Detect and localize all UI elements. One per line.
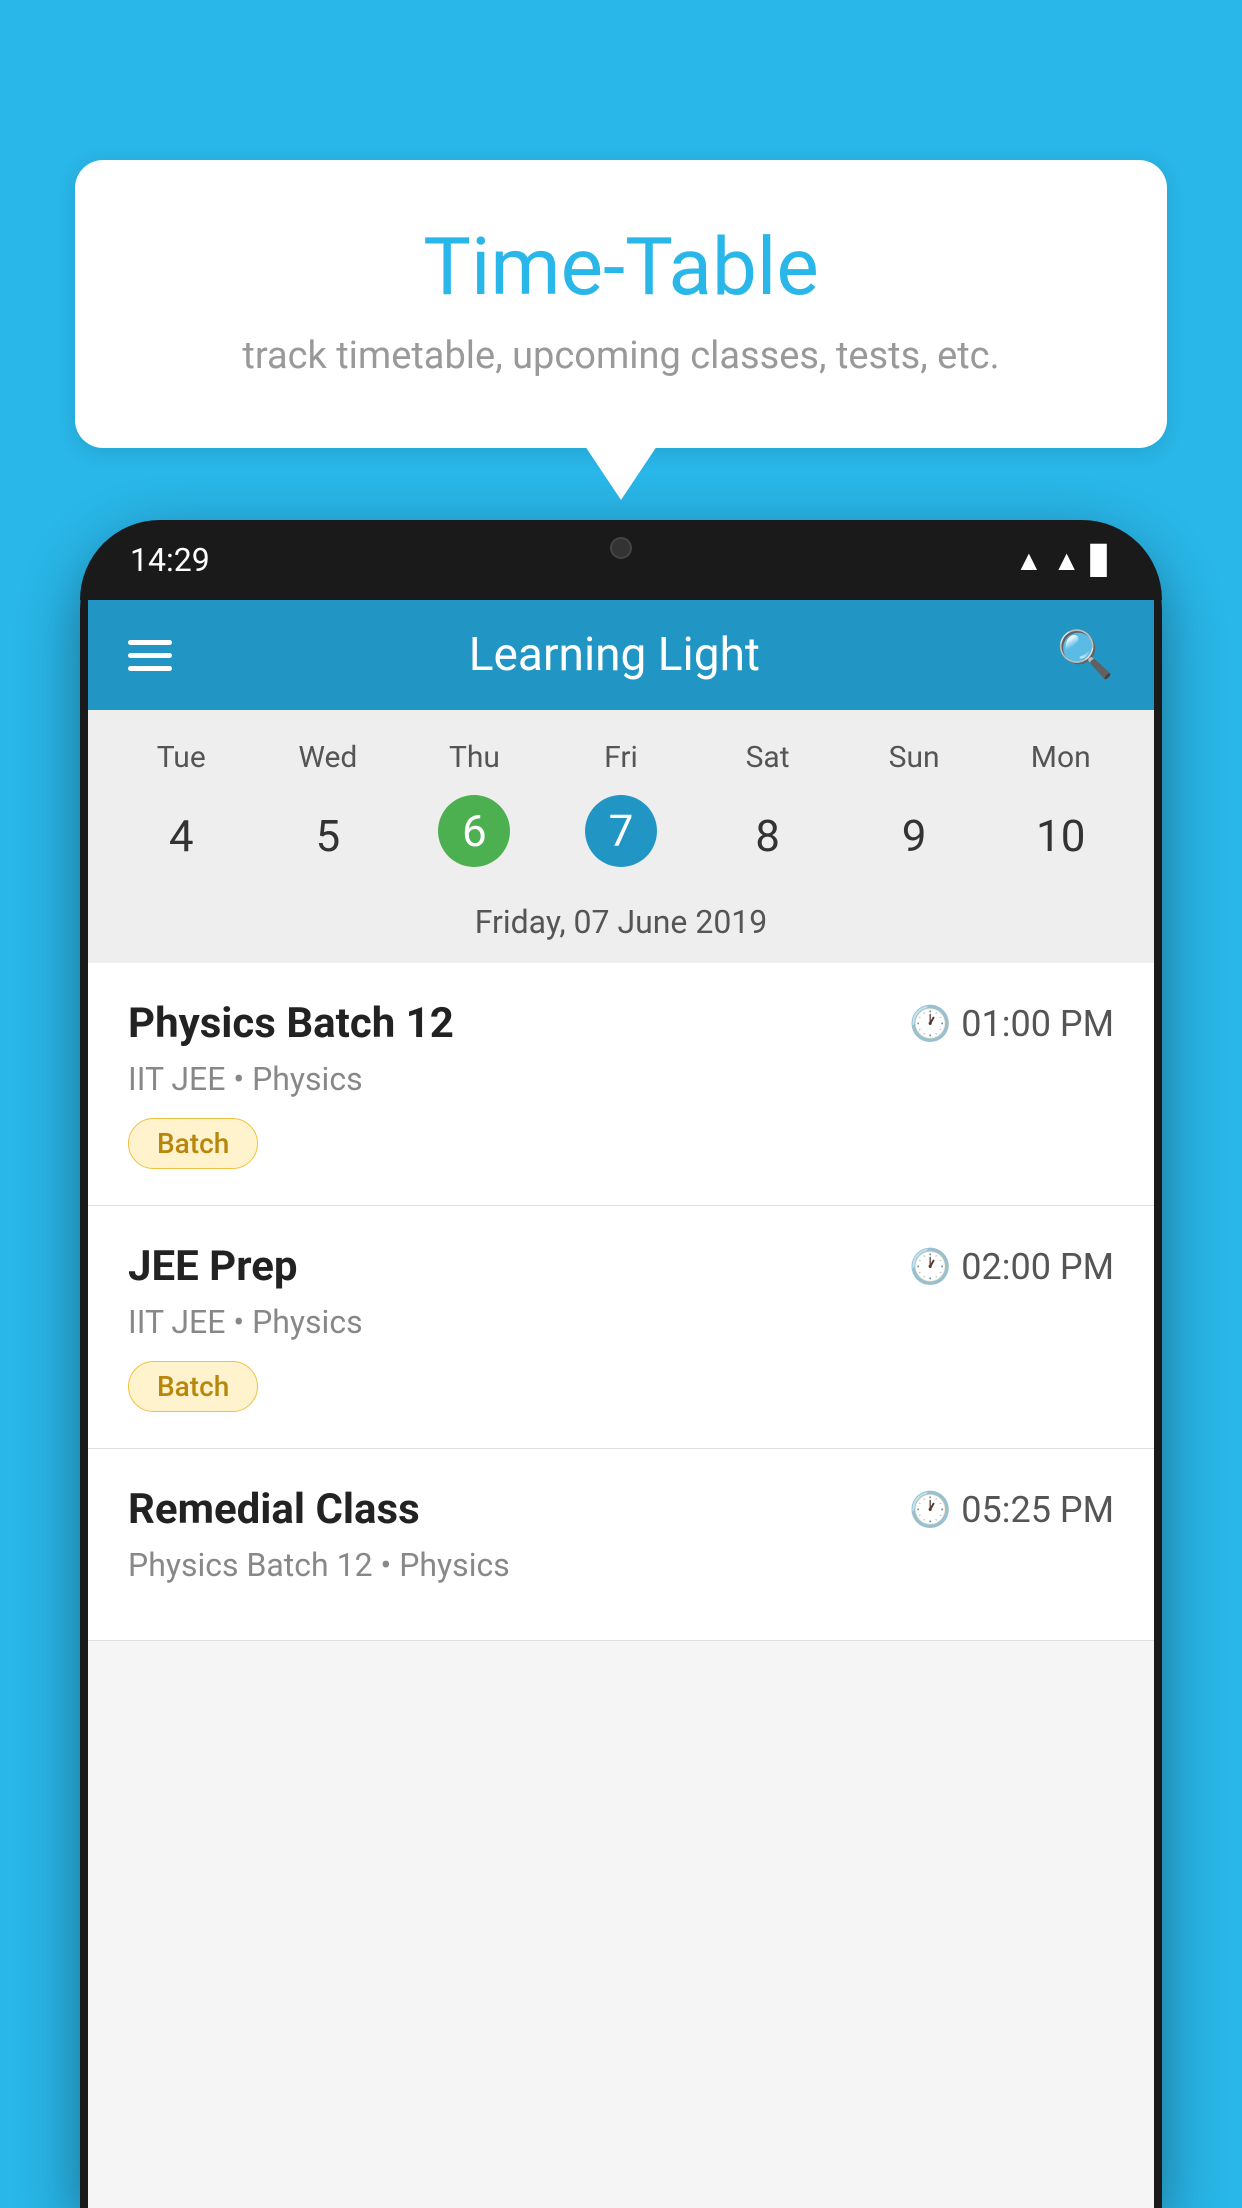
schedule-time-value-2: 02:00 PM xyxy=(961,1246,1114,1288)
clock-icon-3: 🕐 xyxy=(909,1490,951,1530)
bubble-subtitle: track timetable, upcoming classes, tests… xyxy=(135,334,1107,378)
day-name-thu[interactable]: Thu xyxy=(401,730,548,785)
day-name-tue[interactable]: Tue xyxy=(108,730,255,785)
schedule-subtitle-3: Physics Batch 12 • Physics xyxy=(128,1546,1114,1584)
schedule-time-3: 🕐 05:25 PM xyxy=(909,1489,1114,1531)
app-title: Learning Light xyxy=(469,628,760,682)
hamburger-menu[interactable] xyxy=(128,640,172,671)
day-numbers-row: 4 5 6 7 8 9 10 xyxy=(88,785,1154,887)
day-8[interactable]: 8 xyxy=(694,795,841,877)
day-6-today[interactable]: 6 xyxy=(438,795,510,867)
phone-screen: Learning Light 🔍 Tue Wed Thu Fri Sat Sun… xyxy=(88,600,1154,2208)
day-name-mon[interactable]: Mon xyxy=(987,730,1134,785)
day-5[interactable]: 5 xyxy=(255,795,402,877)
clock-icon-2: 🕐 xyxy=(909,1247,951,1287)
day-name-sat[interactable]: Sat xyxy=(694,730,841,785)
schedule-item-3-header: Remedial Class 🕐 05:25 PM xyxy=(128,1485,1114,1534)
status-bar: 14:29 ▲ ▲ ▊ xyxy=(80,520,1162,600)
schedule-time-1: 🕐 01:00 PM xyxy=(909,1003,1114,1045)
schedule-time-value-3: 05:25 PM xyxy=(961,1489,1114,1531)
search-icon[interactable]: 🔍 xyxy=(1057,628,1114,682)
schedule-item-2-header: JEE Prep 🕐 02:00 PM xyxy=(128,1242,1114,1291)
signal-icon: ▲ xyxy=(1053,544,1081,577)
batch-badge-2[interactable]: Batch xyxy=(128,1361,258,1412)
phone-time: 14:29 xyxy=(130,541,210,579)
schedule-subtitle-2: IIT JEE • Physics xyxy=(128,1303,1114,1341)
day-name-wed[interactable]: Wed xyxy=(255,730,402,785)
battery-icon: ▊ xyxy=(1090,544,1112,577)
schedule-time-value-1: 01:00 PM xyxy=(961,1003,1114,1045)
schedule-title-1: Physics Batch 12 xyxy=(128,999,454,1048)
day-name-sun[interactable]: Sun xyxy=(841,730,988,785)
day-names-row: Tue Wed Thu Fri Sat Sun Mon xyxy=(88,730,1154,785)
schedule-title-2: JEE Prep xyxy=(128,1242,298,1291)
bubble-title: Time-Table xyxy=(135,220,1107,314)
schedule-item-1-header: Physics Batch 12 🕐 01:00 PM xyxy=(128,999,1114,1048)
schedule-list: Physics Batch 12 🕐 01:00 PM IIT JEE • Ph… xyxy=(88,963,1154,1641)
app-header: Learning Light 🔍 xyxy=(88,600,1154,710)
day-4[interactable]: 4 xyxy=(108,795,255,877)
status-icons: ▲ ▲ ▊ xyxy=(1015,544,1112,577)
clock-icon-1: 🕐 xyxy=(909,1004,951,1044)
schedule-time-2: 🕐 02:00 PM xyxy=(909,1246,1114,1288)
day-9[interactable]: 9 xyxy=(841,795,988,877)
calendar-strip: Tue Wed Thu Fri Sat Sun Mon 4 5 6 7 8 9 … xyxy=(88,710,1154,963)
schedule-item-3[interactable]: Remedial Class 🕐 05:25 PM Physics Batch … xyxy=(88,1449,1154,1641)
phone-notch xyxy=(556,520,686,575)
day-7-selected[interactable]: 7 xyxy=(585,795,657,867)
phone-camera xyxy=(610,537,632,559)
batch-badge-1[interactable]: Batch xyxy=(128,1118,258,1169)
schedule-title-3: Remedial Class xyxy=(128,1485,420,1534)
phone-frame: 14:29 ▲ ▲ ▊ Learning Light 🔍 Tue Wed xyxy=(80,520,1162,2208)
schedule-item-1[interactable]: Physics Batch 12 🕐 01:00 PM IIT JEE • Ph… xyxy=(88,963,1154,1206)
wifi-icon: ▲ xyxy=(1015,544,1043,577)
day-10[interactable]: 10 xyxy=(987,795,1134,877)
schedule-item-2[interactable]: JEE Prep 🕐 02:00 PM IIT JEE • Physics Ba… xyxy=(88,1206,1154,1449)
speech-bubble: Time-Table track timetable, upcoming cla… xyxy=(75,160,1167,448)
selected-date-label: Friday, 07 June 2019 xyxy=(88,887,1154,963)
day-name-fri[interactable]: Fri xyxy=(548,730,695,785)
schedule-subtitle-1: IIT JEE • Physics xyxy=(128,1060,1114,1098)
